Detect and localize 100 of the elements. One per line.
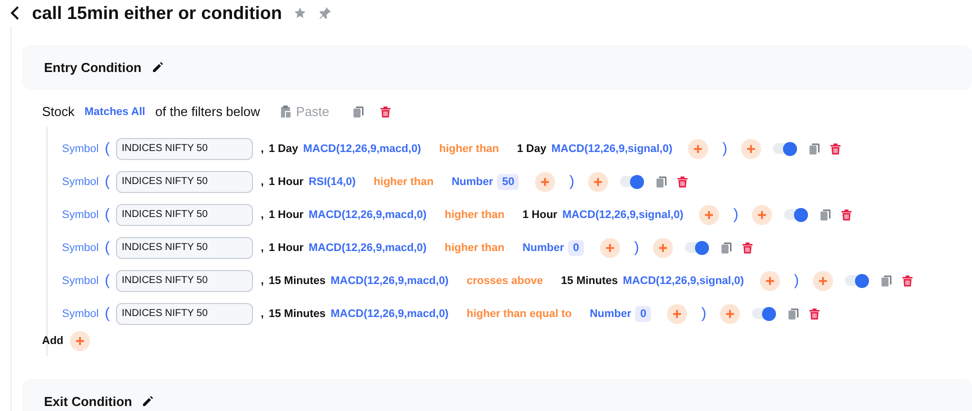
timeframe-label[interactable]: 1 Hour	[268, 176, 304, 188]
symbol-field[interactable]: INDICES NIFTY 50	[116, 170, 253, 192]
add-button[interactable]	[535, 172, 556, 192]
timeframe-label[interactable]: 15 Minutes	[268, 274, 326, 286]
plus-icon	[818, 276, 828, 286]
add-button[interactable]	[70, 331, 90, 351]
plus-icon	[75, 336, 86, 346]
timeframe-label[interactable]: 1 Hour	[268, 208, 304, 220]
copy-icon[interactable]	[809, 142, 820, 154]
timeframe-label[interactable]: 1 Day	[268, 142, 298, 154]
number-value[interactable]: 0	[568, 240, 584, 256]
copy-icon[interactable]	[820, 208, 832, 220]
delete-icon[interactable]	[830, 142, 842, 154]
number-label[interactable]: Number	[522, 242, 564, 254]
indicator-label[interactable]: MACD(12,26,9,macd,0)	[308, 208, 427, 220]
match-selector[interactable]: Matches All	[84, 106, 146, 118]
indicator-label[interactable]: MACD(12,26,9,signal,0)	[562, 208, 684, 220]
plus-icon	[605, 242, 616, 252]
indicator-label[interactable]: RSI(14,0)	[308, 176, 356, 188]
edit-icon[interactable]	[142, 396, 154, 407]
add-button[interactable]	[752, 204, 772, 224]
indicator-label[interactable]: MACD(12,26,9,macd,0)	[330, 274, 449, 286]
comma: ,	[260, 242, 264, 254]
comma: ,	[260, 176, 264, 188]
copy-icon[interactable]	[880, 274, 892, 286]
number-value[interactable]: 50	[497, 174, 520, 190]
star-icon[interactable]	[294, 7, 306, 19]
toggle-switch[interactable]	[620, 176, 642, 187]
comma: ,	[260, 274, 264, 286]
clipboard-icon	[280, 105, 292, 118]
symbol-field[interactable]: INDICES NIFTY 50	[116, 302, 253, 324]
delete-icon[interactable]	[677, 176, 688, 188]
toggle-switch[interactable]	[773, 143, 796, 154]
add-button[interactable]	[653, 238, 674, 258]
timeframe-label[interactable]: 15 Minutes	[561, 274, 618, 286]
add-button[interactable]	[720, 304, 740, 324]
symbol-label: Symbol	[62, 308, 99, 320]
close-paren: )	[733, 206, 738, 223]
add-button[interactable]	[667, 304, 688, 324]
number-label[interactable]: Number	[590, 308, 632, 320]
number-value[interactable]: 0	[635, 306, 652, 322]
symbol-field[interactable]: INDICES NIFTY 50	[116, 138, 253, 160]
operator-label[interactable]: crosses above	[466, 274, 544, 286]
indicator-label[interactable]: MACD(12,26,9,macd,0)	[303, 142, 422, 154]
close-paren: )	[634, 239, 640, 256]
symbol-label: Symbol	[62, 208, 99, 220]
operator-label[interactable]: higher than	[439, 142, 499, 154]
back-icon[interactable]	[10, 6, 20, 20]
add-button[interactable]	[600, 238, 620, 258]
add-button[interactable]	[741, 138, 762, 158]
edit-icon[interactable]	[152, 62, 162, 73]
section-title: Exit Condition	[44, 394, 132, 409]
indicator-label[interactable]: MACD(12,26,9,signal,0)	[551, 142, 672, 154]
pin-icon[interactable]	[318, 6, 332, 20]
add-button[interactable]	[760, 270, 780, 290]
symbol-field[interactable]: INDICES NIFTY 50	[116, 270, 253, 292]
open-paren: (	[104, 272, 110, 289]
plus-icon	[540, 176, 550, 186]
operator-label[interactable]: higher than	[444, 208, 504, 220]
add-button[interactable]	[812, 270, 833, 290]
copy-icon[interactable]	[721, 242, 732, 254]
toggle-switch[interactable]	[685, 242, 708, 253]
toggle-switch[interactable]	[784, 209, 806, 220]
open-paren: (	[104, 206, 110, 223]
operator-label[interactable]: higher than	[444, 242, 504, 254]
indicator-label[interactable]: MACD(12,26,9,signal,0)	[622, 274, 744, 286]
toggle-switch[interactable]	[844, 275, 867, 286]
plus-icon	[593, 176, 604, 186]
symbol-field[interactable]: INDICES NIFTY 50	[116, 204, 253, 226]
add-button[interactable]	[688, 138, 708, 158]
timeframe-label[interactable]: 1 Hour	[522, 208, 558, 220]
add-button[interactable]	[588, 172, 608, 192]
copy-icon[interactable]	[788, 308, 800, 320]
toggle-switch[interactable]	[752, 308, 774, 319]
plus-icon	[672, 308, 682, 318]
symbol-field[interactable]: INDICES NIFTY 50	[116, 236, 253, 258]
open-paren: (	[104, 239, 110, 256]
paste-button[interactable]: Paste	[280, 104, 330, 119]
delete-icon[interactable]	[742, 242, 754, 254]
plus-icon	[704, 210, 714, 220]
timeframe-label[interactable]: 1 Hour	[268, 242, 304, 254]
operator-label[interactable]: higher than equal to	[466, 308, 572, 320]
add-button[interactable]	[699, 204, 720, 224]
indicator-label[interactable]: MACD(12,26,9,macd,0)	[330, 308, 449, 320]
operator-label[interactable]: higher than	[374, 176, 434, 188]
timeframe-label[interactable]: 15 Minutes	[268, 308, 326, 320]
indicator-label[interactable]: MACD(12,26,9,macd,0)	[308, 242, 427, 254]
delete-icon[interactable]	[380, 106, 392, 118]
copy-icon[interactable]	[656, 176, 668, 188]
plus-icon	[764, 276, 775, 286]
delete-icon[interactable]	[902, 274, 913, 286]
delete-icon[interactable]	[809, 308, 820, 320]
plus-icon	[693, 144, 704, 154]
close-paren: )	[794, 272, 799, 289]
delete-icon[interactable]	[841, 208, 852, 220]
symbol-label: Symbol	[62, 176, 99, 188]
stock-label: Stock	[42, 104, 75, 119]
timeframe-label[interactable]: 1 Day	[517, 142, 546, 154]
copy-icon[interactable]	[353, 106, 364, 118]
number-label[interactable]: Number	[452, 176, 494, 188]
